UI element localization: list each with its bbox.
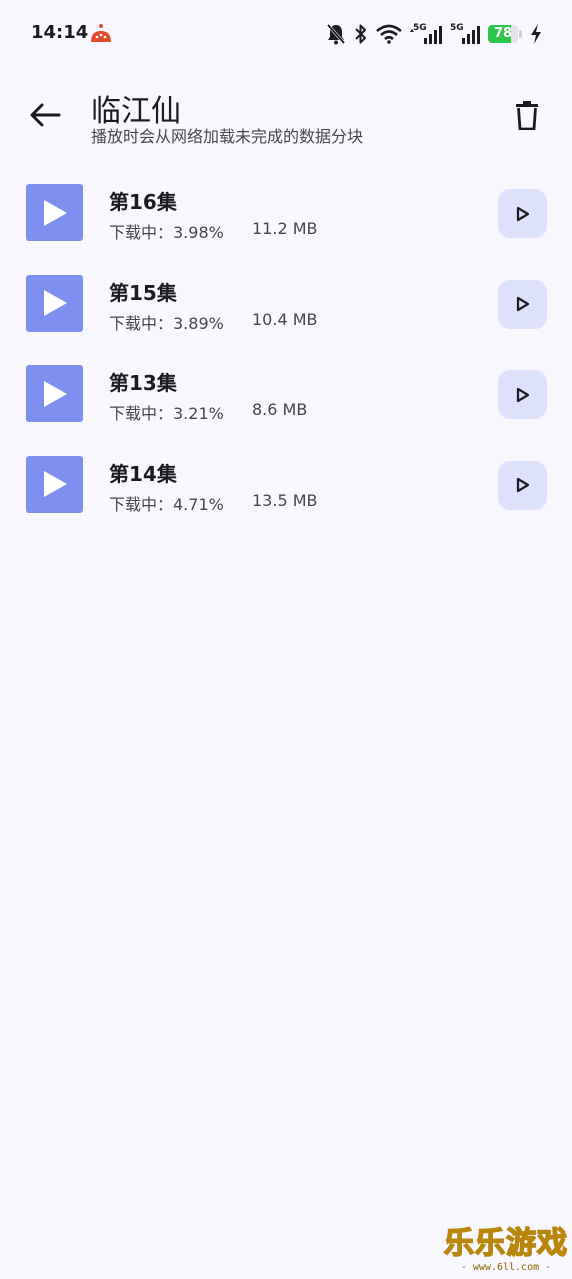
back-button[interactable] (22, 92, 68, 138)
play-icon (43, 199, 67, 226)
5g-signal-icon: 5G (450, 23, 480, 45)
mute-bell-icon (326, 24, 346, 45)
notification-app-icon (90, 22, 112, 46)
battery-icon: 78 (488, 24, 522, 44)
watermark: 乐乐游戏 - www.6ll.com - (443, 1218, 568, 1273)
episode-title: 第15集 (109, 280, 177, 305)
episode-status: 下载中：3.89% (109, 313, 224, 333)
episode-size: 8.6 MB (252, 400, 308, 419)
episode-status: 下载中：3.98% (109, 223, 224, 242)
episode-title: 第13集 (109, 371, 177, 395)
episode-thumbnail (26, 274, 83, 332)
episode-thumbnail (26, 455, 83, 513)
play-button[interactable] (498, 189, 547, 238)
charging-icon (531, 24, 541, 44)
episode-size: 11.2 MB (252, 219, 318, 238)
play-icon (516, 206, 529, 221)
list-item[interactable]: 第15集 下载中：3.89% 10.4 MB (0, 259, 572, 350)
status-icons: 5G 5G 78 (326, 20, 542, 48)
episode-size: 13.5 MB (252, 490, 318, 510)
episode-title: 第14集 (109, 461, 177, 486)
arrow-left-icon (30, 103, 61, 127)
episode-title: 第16集 (109, 190, 177, 214)
episode-thumbnail (26, 365, 83, 422)
list-item[interactable]: 第13集 下载中：3.21% 8.6 MB (0, 349, 572, 440)
wifi-icon (376, 24, 402, 44)
trash-icon (516, 101, 538, 130)
play-button[interactable] (498, 370, 547, 419)
delete-button[interactable] (504, 92, 550, 138)
play-icon (516, 387, 529, 402)
status-time: 14:14 (31, 22, 89, 43)
episode-status: 下载中：4.71% (109, 494, 224, 514)
play-button[interactable] (498, 279, 547, 329)
status-bar: 14:14 5G 5G 78 (0, 0, 572, 68)
play-icon (43, 380, 67, 407)
bluetooth-icon (355, 24, 366, 44)
episode-status: 下载中：3.21% (109, 404, 224, 423)
5g-signal-icon: 5G (410, 23, 442, 45)
list-item[interactable]: 第14集 下载中：4.71% 13.5 MB (0, 440, 572, 531)
play-icon (43, 471, 67, 497)
watermark-text: 乐乐游戏 (443, 1225, 568, 1262)
episode-size: 10.4 MB (252, 309, 318, 329)
play-icon (43, 290, 67, 316)
play-button[interactable] (498, 460, 547, 510)
battery-level: 78 (493, 26, 513, 41)
download-list: 第16集 下载中：3.98% 11.2 MB 第15集 下载中：3.89% 10… (0, 168, 572, 530)
page-subtitle: 播放时会从网络加载未完成的数据分块 (91, 127, 364, 146)
episode-thumbnail (26, 184, 83, 241)
play-icon (516, 296, 529, 312)
play-icon (516, 477, 529, 493)
watermark-url: - www.6ll.com - (460, 1262, 552, 1273)
list-item[interactable]: 第16集 下载中：3.98% 11.2 MB (0, 168, 572, 259)
